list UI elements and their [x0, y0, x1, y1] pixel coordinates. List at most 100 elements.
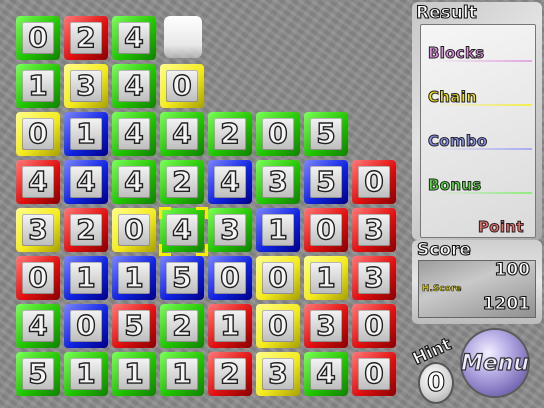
block-r5-c4[interactable]: 0 — [208, 256, 252, 300]
block-face: 0 — [262, 118, 294, 150]
block-r6-c1[interactable]: 0 — [64, 304, 108, 348]
block-r5-c2[interactable]: 1 — [112, 256, 156, 300]
block-r7-c6[interactable]: 4 — [304, 352, 348, 396]
block-face: 4 — [310, 358, 342, 390]
block-r0-c2[interactable]: 4 — [112, 16, 156, 60]
block-r3-c1[interactable]: 4 — [64, 160, 108, 204]
block-r6-c0[interactable]: 4 — [16, 304, 60, 348]
block-number: 4 — [76, 165, 97, 198]
block-r0-c1[interactable]: 2 — [64, 16, 108, 60]
block-face: 1 — [70, 358, 102, 390]
block-r5-c7[interactable]: 3 — [352, 256, 396, 300]
block-r6-c7[interactable]: 0 — [352, 304, 396, 348]
block-face: 0 — [310, 214, 342, 246]
block-number: 3 — [28, 213, 49, 246]
block-number: 2 — [76, 21, 97, 54]
block-r2-c4[interactable]: 2 — [208, 112, 252, 156]
block-r6-c4[interactable]: 1 — [208, 304, 252, 348]
block-number: 2 — [172, 165, 193, 198]
block-face: 0 — [262, 262, 294, 294]
block-number: 0 — [28, 261, 49, 294]
block-face: 1 — [118, 262, 150, 294]
block-r3-c3[interactable]: 2 — [160, 160, 204, 204]
block-r3-c4[interactable]: 4 — [208, 160, 252, 204]
block-r1-c0[interactable]: 1 — [16, 64, 60, 108]
block-r4-c2[interactable]: 0 — [112, 208, 156, 252]
block-number: 4 — [124, 69, 145, 102]
block-r5-c3[interactable]: 5 — [160, 256, 204, 300]
block-face: 1 — [214, 310, 246, 342]
block-number: 5 — [316, 117, 337, 150]
block-face: 3 — [70, 70, 102, 102]
block-number: 3 — [364, 213, 385, 246]
block-r2-c2[interactable]: 4 — [112, 112, 156, 156]
block-r3-c6[interactable]: 5 — [304, 160, 348, 204]
block-r5-c5[interactable]: 0 — [256, 256, 300, 300]
block-r4-c0[interactable]: 3 — [16, 208, 60, 252]
block-face: 4 — [118, 22, 150, 54]
block-r3-c5[interactable]: 3 — [256, 160, 300, 204]
block-r7-c2[interactable]: 1 — [112, 352, 156, 396]
block-r6-c2[interactable]: 5 — [112, 304, 156, 348]
block-r1-c2[interactable]: 4 — [112, 64, 156, 108]
block-r3-c7[interactable]: 0 — [352, 160, 396, 204]
score-display: 100 H.Score 1201 — [418, 259, 536, 318]
block-r4-c6[interactable]: 0 — [304, 208, 348, 252]
block-r7-c0[interactable]: 5 — [16, 352, 60, 396]
block-r0-c0[interactable]: 0 — [16, 16, 60, 60]
block-r6-c6[interactable]: 3 — [304, 304, 348, 348]
block-number: 4 — [124, 165, 145, 198]
block-face: 0 — [118, 214, 150, 246]
hint-button[interactable]: Hint 0 — [409, 334, 460, 408]
block-r4-c5[interactable]: 1 — [256, 208, 300, 252]
block-face: 1 — [166, 358, 198, 390]
block-r5-c0[interactable]: 0 — [16, 256, 60, 300]
block-r1-c1[interactable]: 3 — [64, 64, 108, 108]
block-number: 5 — [316, 165, 337, 198]
block-r6-c3[interactable]: 2 — [160, 304, 204, 348]
result-list: Blocks Chain Combo Bonus Point — [420, 24, 536, 238]
block-r3-c0[interactable]: 4 — [16, 160, 60, 204]
block-r4-c4[interactable]: 3 — [208, 208, 252, 252]
block-r4-c7[interactable]: 3 — [352, 208, 396, 252]
block-r2-c3[interactable]: 4 — [160, 112, 204, 156]
block-r2-c0[interactable]: 0 — [16, 112, 60, 156]
block-number: 0 — [268, 117, 289, 150]
block-r1-c3[interactable]: 0 — [160, 64, 204, 108]
block-r7-c5[interactable]: 3 — [256, 352, 300, 396]
block-number: 1 — [316, 261, 337, 294]
block-number: 3 — [364, 261, 385, 294]
menu-button[interactable]: Menu — [460, 330, 530, 396]
block-number: 2 — [220, 117, 241, 150]
block-face: 2 — [166, 310, 198, 342]
block-face: 4 — [22, 310, 54, 342]
block-r7-c1[interactable]: 1 — [64, 352, 108, 396]
block-r7-c3[interactable]: 1 — [160, 352, 204, 396]
block-number: 0 — [316, 213, 337, 246]
block-number: 1 — [76, 117, 97, 150]
result-label-point: Point — [478, 218, 524, 237]
hint-count-badge: 0 — [420, 364, 452, 402]
block-r7-c7[interactable]: 0 — [352, 352, 396, 396]
block-number: 1 — [76, 357, 97, 390]
block-number: 4 — [316, 357, 337, 390]
block-r7-c4[interactable]: 2 — [208, 352, 252, 396]
block-face: 0 — [262, 310, 294, 342]
block-r2-c5[interactable]: 0 — [256, 112, 300, 156]
block-r2-c1[interactable]: 1 — [64, 112, 108, 156]
block-r4-c1[interactable]: 2 — [64, 208, 108, 252]
block-face: 5 — [310, 166, 342, 198]
block-face: 2 — [70, 214, 102, 246]
block-face: 1 — [310, 262, 342, 294]
block-face: 4 — [166, 118, 198, 150]
block-r3-c2[interactable]: 4 — [112, 160, 156, 204]
block-r5-c1[interactable]: 1 — [64, 256, 108, 300]
block-number: 5 — [28, 357, 49, 390]
result-underline-blocks — [432, 60, 532, 62]
block-r5-c6[interactable]: 1 — [304, 256, 348, 300]
block-face: 5 — [22, 358, 54, 390]
hint-count: 0 — [426, 367, 446, 398]
block-number: 4 — [172, 213, 193, 246]
block-r2-c6[interactable]: 5 — [304, 112, 348, 156]
block-r6-c5[interactable]: 0 — [256, 304, 300, 348]
